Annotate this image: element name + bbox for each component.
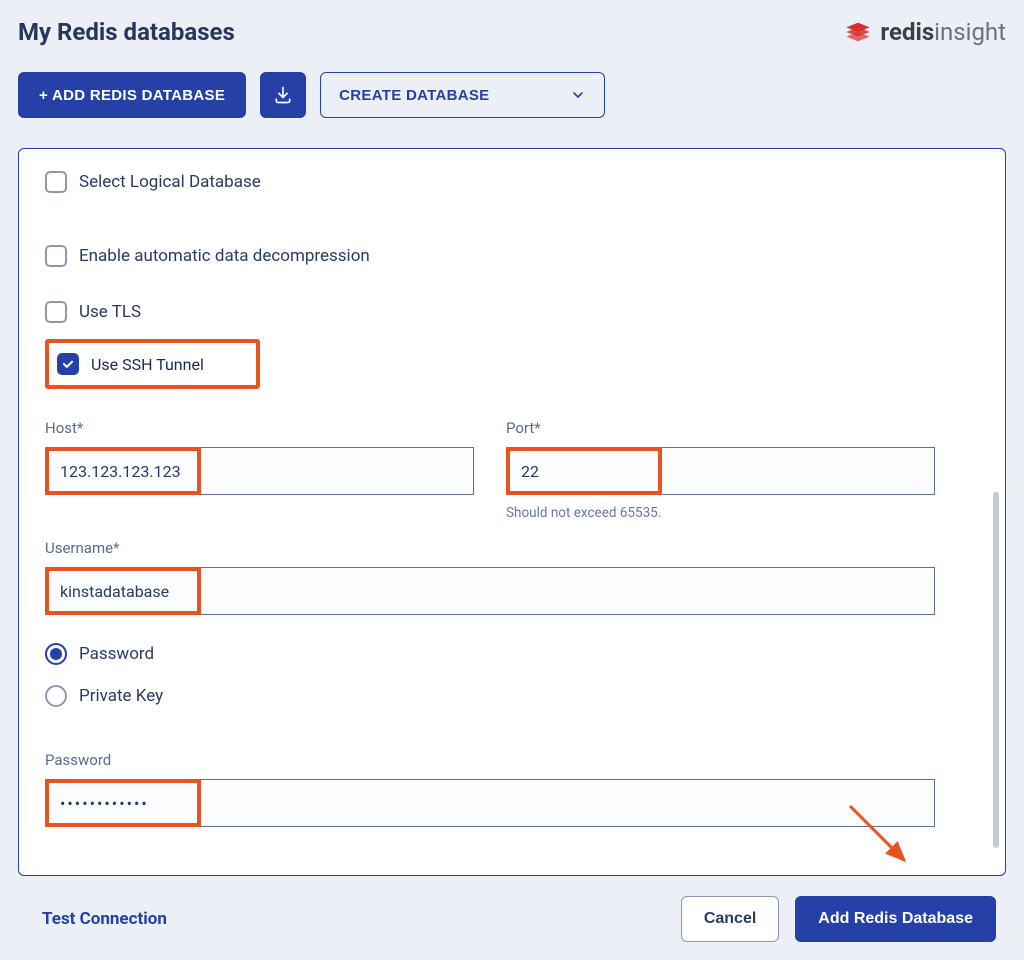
use-tls-label: Use TLS xyxy=(79,302,141,322)
password-label: Password xyxy=(45,751,935,769)
radio-unchecked-icon xyxy=(45,685,67,707)
port-input[interactable]: 22 xyxy=(506,447,935,495)
page-title: My Redis databases xyxy=(18,18,235,46)
host-input[interactable]: 123.123.123.123 xyxy=(45,447,474,495)
add-redis-database-submit-button[interactable]: Add Redis Database xyxy=(795,896,996,942)
checkbox-unchecked-icon xyxy=(45,171,67,193)
create-database-dropdown[interactable]: CREATE DATABASE xyxy=(320,72,605,118)
host-label: Host* xyxy=(45,419,474,437)
host-value: 123.123.123.123 xyxy=(46,462,195,481)
username-input[interactable]: kinstadatabase xyxy=(45,567,935,615)
username-label: Username* xyxy=(45,539,935,557)
host-field: Host* 123.123.123.123 xyxy=(45,419,474,521)
brand-logo: redisinsight xyxy=(844,18,1006,46)
brand-name-light: insight xyxy=(934,18,1006,46)
scrollbar-track[interactable] xyxy=(993,224,999,861)
checkbox-unchecked-icon xyxy=(45,245,67,267)
redis-logo-icon xyxy=(844,18,872,46)
privatekey-radio-label: Private Key xyxy=(79,686,163,706)
password-radio-label: Password xyxy=(79,644,154,664)
cancel-button[interactable]: Cancel xyxy=(681,896,779,942)
port-field: Port* 22 Should not exceed 65535. xyxy=(506,419,935,521)
password-radio-row[interactable]: Password xyxy=(45,643,935,665)
auth-radio-group: Password Private Key xyxy=(45,643,935,727)
chevron-down-icon xyxy=(570,87,586,103)
import-icon xyxy=(273,85,293,105)
import-button[interactable] xyxy=(260,72,306,118)
test-connection-link[interactable]: Test Connection xyxy=(42,909,167,929)
password-value: •••••••••••• xyxy=(46,794,163,813)
radio-checked-icon xyxy=(45,643,67,665)
privatekey-radio-row[interactable]: Private Key xyxy=(45,685,935,707)
checkbox-unchecked-icon xyxy=(45,301,67,323)
enable-decompression-checkbox-row[interactable]: Enable automatic data decompression xyxy=(45,245,979,267)
port-label: Port* xyxy=(506,419,935,437)
add-redis-database-button[interactable]: + ADD REDIS DATABASE xyxy=(18,72,246,118)
create-database-label: CREATE DATABASE xyxy=(339,87,489,104)
select-logical-checkbox-row[interactable]: Select Logical Database xyxy=(45,171,979,193)
port-helper-text: Should not exceed 65535. xyxy=(506,505,935,521)
use-ssh-tunnel-label: Use SSH Tunnel xyxy=(91,355,204,374)
use-ssh-tunnel-highlight: Use SSH Tunnel xyxy=(45,339,260,389)
username-field: Username* kinstadatabase xyxy=(45,539,935,615)
checkbox-checked-icon[interactable] xyxy=(57,353,79,375)
enable-decompression-label: Enable automatic data decompression xyxy=(79,246,370,266)
select-logical-label: Select Logical Database xyxy=(79,172,261,192)
scrollbar-thumb[interactable] xyxy=(993,492,999,849)
username-value: kinstadatabase xyxy=(46,582,183,601)
port-value: 22 xyxy=(507,462,553,481)
brand-name-bold: redis xyxy=(880,18,934,46)
password-input[interactable]: •••••••••••• xyxy=(45,779,935,827)
database-form-card: Select Logical Database Enable automatic… xyxy=(18,148,1006,876)
password-field: Password •••••••••••• xyxy=(45,751,935,827)
use-tls-checkbox-row[interactable]: Use TLS xyxy=(45,301,979,323)
